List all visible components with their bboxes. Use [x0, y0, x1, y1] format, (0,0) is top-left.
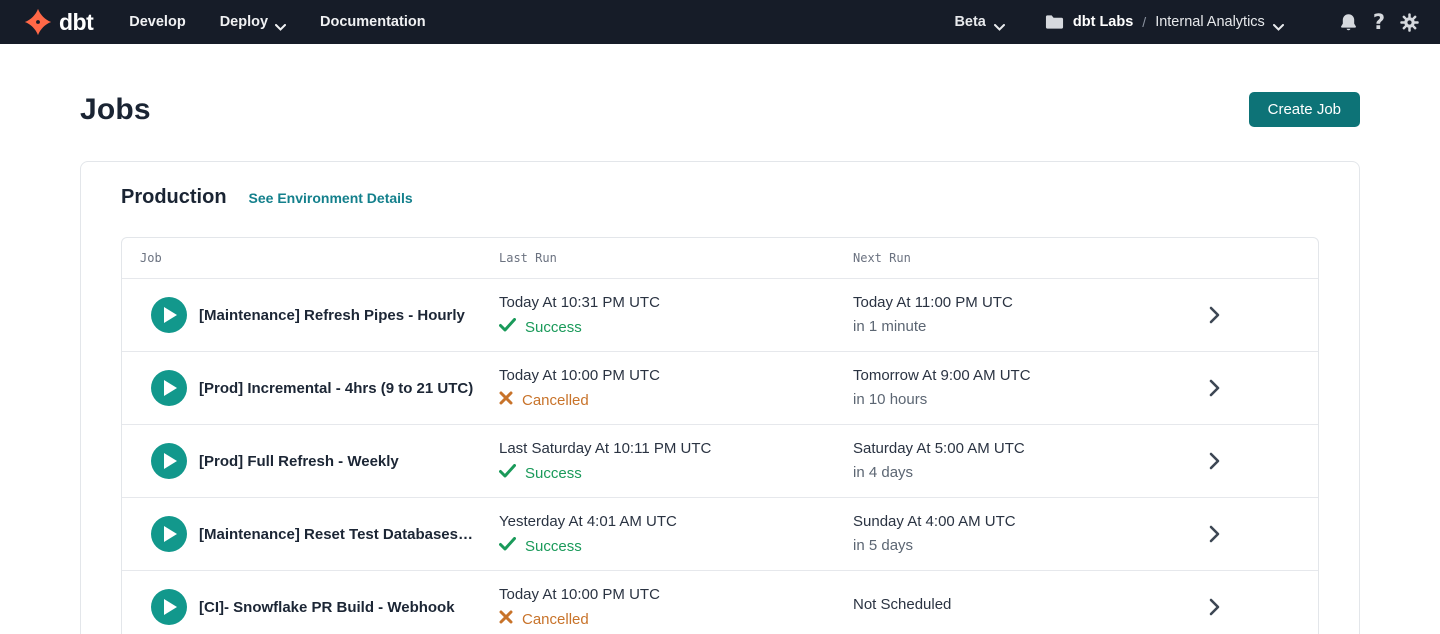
last-run-cell: Today At 10:00 PM UTC Cancelled: [499, 585, 853, 628]
next-run-relative: in 4 days: [853, 463, 1183, 483]
cancelled-x-icon: [499, 391, 513, 410]
next-run-relative: in 5 days: [853, 536, 1183, 556]
environment-name: Production: [121, 186, 227, 209]
see-environment-details-link[interactable]: See Environment Details: [249, 190, 413, 206]
top-navbar: dbt Develop Deploy Documentation Beta db…: [0, 0, 1440, 44]
play-icon: [164, 453, 177, 469]
run-job-play-button[interactable]: [151, 516, 187, 552]
jobs-table-header: Job Last Run Next Run: [122, 238, 1318, 278]
project-dropdown[interactable]: Internal Analytics: [1155, 14, 1284, 30]
status-label: Cancelled: [522, 611, 589, 628]
column-header-last-run: Last Run: [499, 251, 853, 265]
next-run-time: Saturday At 5:00 AM UTC: [853, 439, 1183, 459]
run-job-play-button[interactable]: [151, 297, 187, 333]
gear-icon[interactable]: [1399, 12, 1420, 33]
job-row[interactable]: [Prod] Incremental - 4hrs (9 to 21 UTC) …: [122, 351, 1318, 424]
help-icon[interactable]: ?: [1373, 10, 1385, 34]
play-icon: [164, 380, 177, 396]
nav-item-develop[interactable]: Develop: [129, 14, 185, 30]
notifications-bell-icon[interactable]: [1338, 12, 1359, 33]
next-run-relative: in 10 hours: [853, 390, 1183, 410]
next-run-cell: Not Scheduled: [853, 595, 1183, 618]
row-chevron-right-icon[interactable]: [1183, 598, 1220, 616]
next-run-cell: Sunday At 4:00 AM UTC in 5 days: [853, 512, 1183, 556]
status-label: Success: [525, 538, 582, 555]
last-run-time: Today At 10:00 PM UTC: [499, 585, 853, 605]
play-icon: [164, 307, 177, 323]
chevron-down-icon: [994, 19, 1005, 26]
create-job-button[interactable]: Create Job: [1249, 92, 1360, 127]
last-run-time: Today At 10:00 PM UTC: [499, 366, 853, 386]
row-chevron-right-icon[interactable]: [1183, 306, 1220, 324]
column-header-job: Job: [140, 251, 499, 265]
job-name: [Prod] Incremental - 4hrs (9 to 21 UTC): [199, 380, 499, 397]
next-run-cell: Saturday At 5:00 AM UTC in 4 days: [853, 439, 1183, 483]
last-run-cell: Today At 10:31 PM UTC Success: [499, 293, 853, 336]
status-label: Cancelled: [522, 392, 589, 409]
breadcrumb-separator: /: [1142, 14, 1146, 30]
next-run-cell: Today At 11:00 PM UTC in 1 minute: [853, 293, 1183, 337]
cancelled-x-icon: [499, 610, 513, 629]
success-check-icon: [499, 318, 516, 337]
next-run-cell: Tomorrow At 9:00 AM UTC in 10 hours: [853, 366, 1183, 410]
success-check-icon: [499, 537, 516, 556]
last-run-status: Success: [499, 537, 853, 556]
row-chevron-right-icon[interactable]: [1183, 379, 1220, 397]
last-run-cell: Today At 10:00 PM UTC Cancelled: [499, 366, 853, 409]
job-row[interactable]: [Prod] Full Refresh - Weekly Last Saturd…: [122, 424, 1318, 497]
next-run-time: Sunday At 4:00 AM UTC: [853, 512, 1183, 532]
next-run-time: Today At 11:00 PM UTC: [853, 293, 1183, 313]
dbt-logo-icon: [24, 8, 52, 36]
row-chevron-right-icon[interactable]: [1183, 525, 1220, 543]
job-row[interactable]: [Maintenance] Reset Test Databases - W..…: [122, 497, 1318, 570]
dbt-logo[interactable]: dbt: [24, 8, 93, 36]
last-run-status: Cancelled: [499, 610, 853, 629]
run-job-play-button[interactable]: [151, 443, 187, 479]
row-chevron-right-icon[interactable]: [1183, 452, 1220, 470]
status-label: Success: [525, 465, 582, 482]
job-name: [Maintenance] Reset Test Databases - W..…: [199, 526, 499, 543]
job-name: [Maintenance] Refresh Pipes - Hourly: [199, 307, 499, 324]
last-run-status: Success: [499, 318, 853, 337]
success-check-icon: [499, 464, 516, 483]
play-icon: [164, 526, 177, 542]
last-run-time: Today At 10:31 PM UTC: [499, 293, 853, 313]
last-run-time: Last Saturday At 10:11 PM UTC: [499, 439, 853, 459]
run-job-play-button[interactable]: [151, 370, 187, 406]
last-run-status: Success: [499, 464, 853, 483]
chevron-down-icon: [1273, 19, 1284, 26]
job-name: [Prod] Full Refresh - Weekly: [199, 453, 499, 470]
account-name[interactable]: dbt Labs: [1073, 14, 1133, 30]
page-title: Jobs: [80, 93, 151, 127]
chevron-down-icon: [275, 19, 286, 26]
play-icon: [164, 599, 177, 615]
column-header-next-run: Next Run: [853, 251, 1183, 265]
jobs-table-body: [Maintenance] Refresh Pipes - Hourly Tod…: [122, 278, 1318, 634]
next-run-time: Not Scheduled: [853, 595, 1183, 615]
status-label: Success: [525, 319, 582, 336]
nav-item-documentation[interactable]: Documentation: [320, 14, 426, 30]
nav-item-deploy[interactable]: Deploy: [220, 14, 286, 30]
next-run-relative: in 1 minute: [853, 317, 1183, 337]
last-run-cell: Yesterday At 4:01 AM UTC Success: [499, 512, 853, 555]
last-run-cell: Last Saturday At 10:11 PM UTC Success: [499, 439, 853, 482]
dbt-logo-text: dbt: [59, 9, 93, 36]
jobs-table: Job Last Run Next Run [Maintenance] Refr…: [121, 237, 1319, 634]
job-row[interactable]: [CI]- Snowflake PR Build - Webhook Today…: [122, 570, 1318, 634]
last-run-status: Cancelled: [499, 391, 853, 410]
run-job-play-button[interactable]: [151, 589, 187, 625]
last-run-time: Yesterday At 4:01 AM UTC: [499, 512, 853, 532]
next-run-time: Tomorrow At 9:00 AM UTC: [853, 366, 1183, 386]
job-row[interactable]: [Maintenance] Refresh Pipes - Hourly Tod…: [122, 278, 1318, 351]
folder-icon: [1045, 14, 1064, 30]
environment-card: Production See Environment Details Job L…: [80, 161, 1360, 634]
job-name: [CI]- Snowflake PR Build - Webhook: [199, 599, 499, 616]
beta-dropdown[interactable]: Beta: [954, 14, 1004, 30]
